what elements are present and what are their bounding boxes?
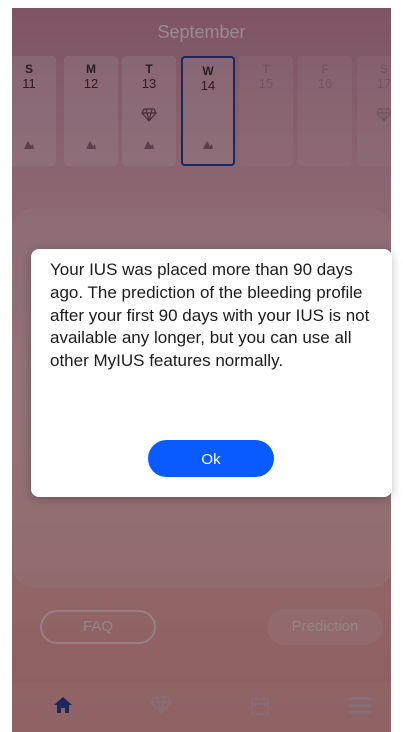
- alert-dialog: Your IUS was placed more than 90 days ag…: [31, 249, 392, 497]
- dialog-message: Your IUS was placed more than 90 days ag…: [50, 260, 370, 371]
- ok-button[interactable]: Ok: [148, 440, 274, 477]
